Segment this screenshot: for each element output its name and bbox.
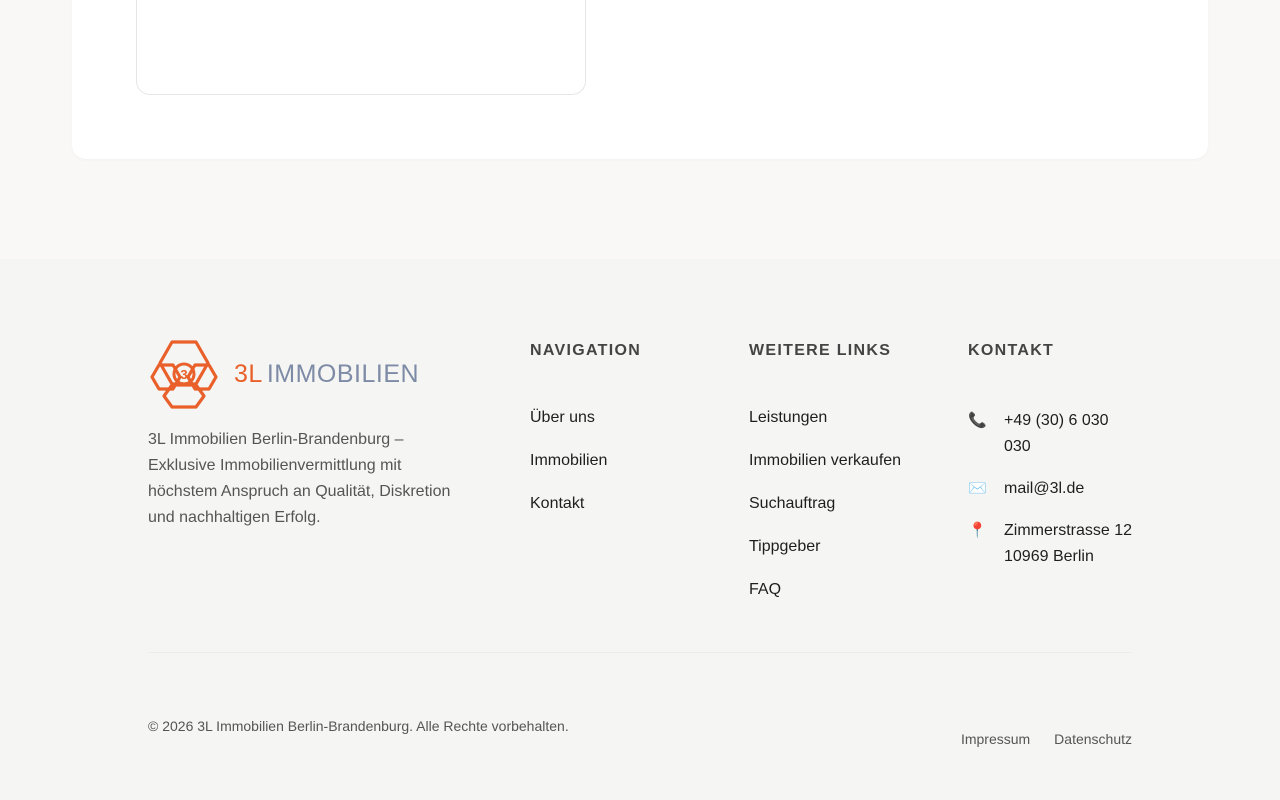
contact-list: 📞 +49 (30) 6 030 030 ✉️ mail@3l.de 📍 Zim… [968,408,1138,570]
brand-description: 3L Immobilien Berlin-Brandenburg – Exklu… [148,431,451,526]
inner-card [136,0,586,95]
contact-email[interactable]: ✉️ mail@3l.de [968,476,1138,502]
contact-address: 📍 Zimmerstrasse 12 10969 Berlin [968,518,1138,570]
impressum-link[interactable]: Impressum [961,731,1030,747]
svg-text:3: 3 [180,367,187,382]
footer-kontakt: KONTAKT 📞 +49 (30) 6 030 030 ✉️ mail@3l.… [968,342,1138,586]
navigation-heading: NAVIGATION [530,342,642,359]
kontakt-heading: KONTAKT [968,342,1055,359]
site-footer: 3 3L IMMOBILIEN 3L Immobilien Berlin-Bran… [0,259,1280,800]
mail-icon: ✉️ [968,480,987,497]
location-pin-icon: 📍 [968,522,987,539]
link-immobilien-verkaufen[interactable]: Immobilien verkaufen [749,452,939,470]
link-leistungen[interactable]: Leistungen [749,409,939,427]
footer-divider [148,652,1132,653]
nav-link-kontakt[interactable]: Kontakt [530,495,710,513]
datenschutz-link[interactable]: Datenschutz [1054,731,1132,747]
navigation-list: Über uns Immobilien Kontakt [530,409,710,513]
nav-link-ueber-uns[interactable]: Über uns [530,409,710,427]
address-street: Zimmerstrasse 12 [1004,522,1133,539]
email-address[interactable]: mail@3l.de [1004,476,1084,502]
link-tippgeber[interactable]: Tippgeber [749,538,939,556]
logo-immobilien: IMMOBILIEN [266,359,420,388]
logo[interactable]: 3 3L IMMOBILIEN [148,339,468,409]
phone-icon: 📞 [968,412,987,429]
legal-links: Impressum Datenschutz [961,731,1132,747]
logo-wordmark: 3L IMMOBILIEN [234,359,420,388]
link-suchauftrag[interactable]: Suchauftrag [749,495,939,513]
nav-link-immobilien[interactable]: Immobilien [530,452,710,470]
footer-brand: 3 3L IMMOBILIEN 3L Immobilien Berlin-Bran… [148,339,468,531]
address-text: Zimmerstrasse 12 10969 Berlin [1004,518,1132,570]
address-city: 10969 Berlin [1004,548,1094,565]
copyright-text: © 2026 3L Immobilien Berlin-Brandenburg.… [148,718,569,734]
weitere-links-heading: WEITERE LINKS [749,342,892,359]
contact-phone[interactable]: 📞 +49 (30) 6 030 030 [968,408,1138,460]
weitere-links-list: Leistungen Immobilien verkaufen Suchauft… [749,409,939,599]
logo-hexagon-icon: 3 [150,340,218,409]
footer-navigation: NAVIGATION Über uns Immobilien Kontakt [530,342,710,538]
phone-number[interactable]: +49 (30) 6 030 030 [1004,408,1138,460]
link-faq[interactable]: FAQ [749,581,939,599]
footer-weitere-links: WEITERE LINKS Leistungen Immobilien verk… [749,342,939,624]
content-card [72,0,1208,159]
logo-3l: 3L [234,359,263,388]
